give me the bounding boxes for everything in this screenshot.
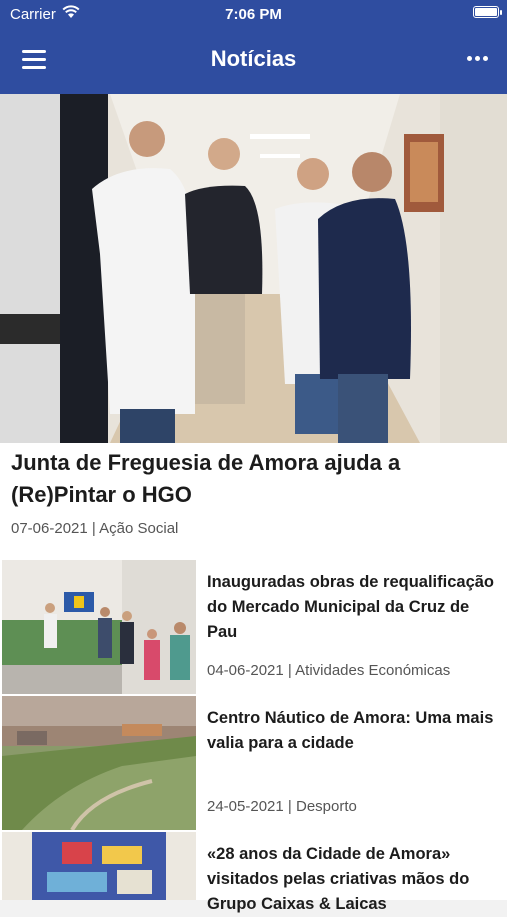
news-date: 04-06-2021 [207, 662, 284, 679]
status-bar: Carrier 7:06 PM [0, 0, 507, 30]
news-title: Centro Náutico de Amora: Uma mais valia … [207, 709, 494, 752]
featured-article-title: Junta de Freguesia de Amora ajuda a (Re)… [11, 450, 401, 507]
news-date: 24-05-2021 [207, 798, 284, 815]
status-time: 7:06 PM [225, 6, 282, 23]
battery-cap [500, 10, 502, 15]
news-thumbnail [2, 696, 196, 830]
news-meta: 04-06-2021 | Atividades Económicas [207, 662, 450, 679]
meta-separator: | [287, 662, 292, 679]
news-list-item[interactable]: «28 anos da Cidade de Amora» visitados p… [0, 832, 507, 913]
app-header: Carrier 7:06 PM Notícias [0, 0, 507, 94]
featured-article-meta: 07-06-2021 | Ação Social [11, 520, 178, 537]
more-options-icon[interactable] [467, 56, 489, 64]
meta-separator: | [287, 798, 292, 815]
news-thumbnail [2, 560, 196, 694]
meta-separator: | [91, 520, 96, 537]
featured-article-image [0, 94, 507, 443]
news-title: Inauguradas obras de requalificação do M… [207, 573, 495, 641]
news-list-item[interactable]: Centro Náutico de Amora: Uma mais valia … [0, 696, 507, 833]
news-list-item[interactable]: Inauguradas obras de requalificação do M… [0, 560, 507, 697]
news-thumbnail [2, 832, 196, 900]
featured-article-category: Ação Social [99, 520, 179, 537]
featured-article[interactable]: Junta de Freguesia de Amora ajuda a (Re)… [0, 94, 507, 561]
news-title: «28 anos da Cidade de Amora» visitados p… [207, 845, 470, 913]
battery-icon [473, 6, 499, 18]
featured-article-date: 07-06-2021 [11, 520, 88, 537]
news-category: Atividades Económicas [295, 662, 451, 679]
news-category: Desporto [295, 798, 357, 815]
news-meta: 24-05-2021 | Desporto [207, 798, 357, 815]
page-title: Notícias [210, 46, 297, 71]
